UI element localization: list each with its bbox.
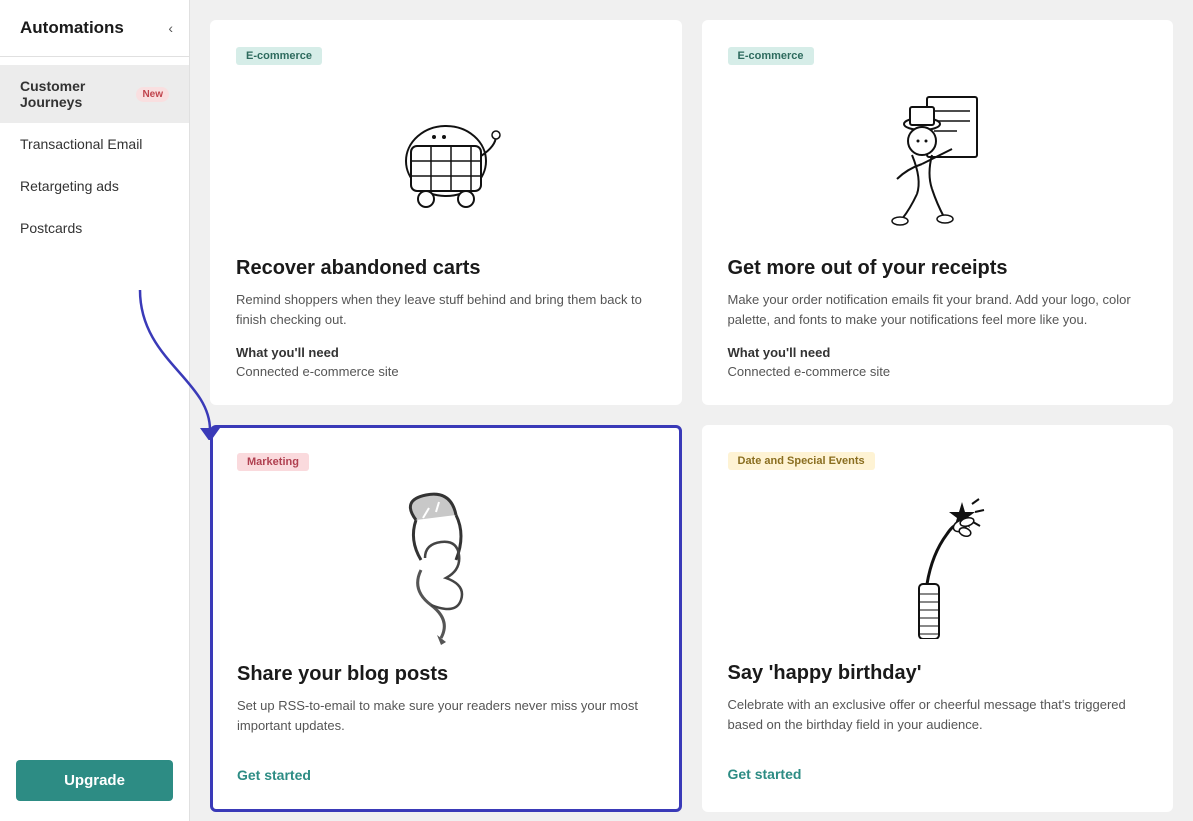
collapse-icon[interactable]: ‹ (168, 20, 173, 36)
card-title: Get more out of your receipts (728, 257, 1148, 280)
card-description: Remind shoppers when they leave stuff be… (236, 290, 656, 329)
sidebar-item-retargeting-ads[interactable]: Retargeting ads (0, 165, 189, 207)
upgrade-button[interactable]: Upgrade (16, 760, 173, 801)
card-illustration (728, 81, 1148, 241)
card-get-started-link[interactable]: Get started (728, 766, 802, 782)
card-need-value: Connected e-commerce site (728, 364, 1148, 379)
main-content: E-commerce Recover aban (190, 0, 1193, 821)
card-title: Recover abandoned carts (236, 257, 656, 280)
sidebar-title: Automations (20, 18, 124, 38)
card-title: Say 'happy birthday' (728, 662, 1148, 685)
card-say-happy-birthday[interactable]: Date and Special Events (702, 425, 1174, 812)
card-illustration (237, 487, 655, 647)
card-badge: E-commerce (236, 47, 322, 65)
cards-grid: E-commerce Recover aban (210, 20, 1173, 812)
sidebar-item-customer-journeys[interactable]: Customer Journeys New (0, 65, 189, 123)
card-description: Set up RSS-to-email to make sure your re… (237, 696, 655, 735)
card-get-more-receipts[interactable]: E-commerce (702, 20, 1174, 405)
card-illustration (728, 486, 1148, 646)
sidebar-item-label: Retargeting ads (20, 178, 119, 194)
sidebar-upgrade-section: Upgrade (0, 740, 189, 821)
sidebar: Automations ‹ Customer Journeys New Transa… (0, 0, 190, 821)
card-need-value: Connected e-commerce site (236, 364, 656, 379)
sidebar-item-label: Postcards (20, 220, 82, 236)
sidebar-nav: Customer Journeys New Transactional Email R… (0, 57, 189, 740)
card-badge: Marketing (237, 453, 309, 471)
sidebar-item-transactional-email[interactable]: Transactional Email (0, 123, 189, 165)
card-get-started-link[interactable]: Get started (237, 767, 311, 783)
card-recover-abandoned-carts[interactable]: E-commerce Recover aban (210, 20, 682, 405)
new-badge: New (136, 87, 169, 102)
sidebar-item-postcards[interactable]: Postcards (0, 207, 189, 249)
card-badge: E-commerce (728, 47, 814, 65)
card-title: Share your blog posts (237, 663, 655, 686)
card-share-blog-posts[interactable]: Marketing Share your blog posts Set up RS… (210, 425, 682, 812)
card-description: Celebrate with an exclusive offer or che… (728, 695, 1148, 734)
card-illustration (236, 81, 656, 241)
card-description: Make your order notification emails fit … (728, 290, 1148, 329)
card-need-label: What you'll need (236, 345, 656, 360)
sidebar-header: Automations ‹ (0, 0, 189, 57)
sidebar-item-label: Customer Journeys (20, 78, 124, 110)
card-need-label: What you'll need (728, 345, 1148, 360)
card-badge: Date and Special Events (728, 452, 875, 470)
sidebar-item-label: Transactional Email (20, 136, 142, 152)
